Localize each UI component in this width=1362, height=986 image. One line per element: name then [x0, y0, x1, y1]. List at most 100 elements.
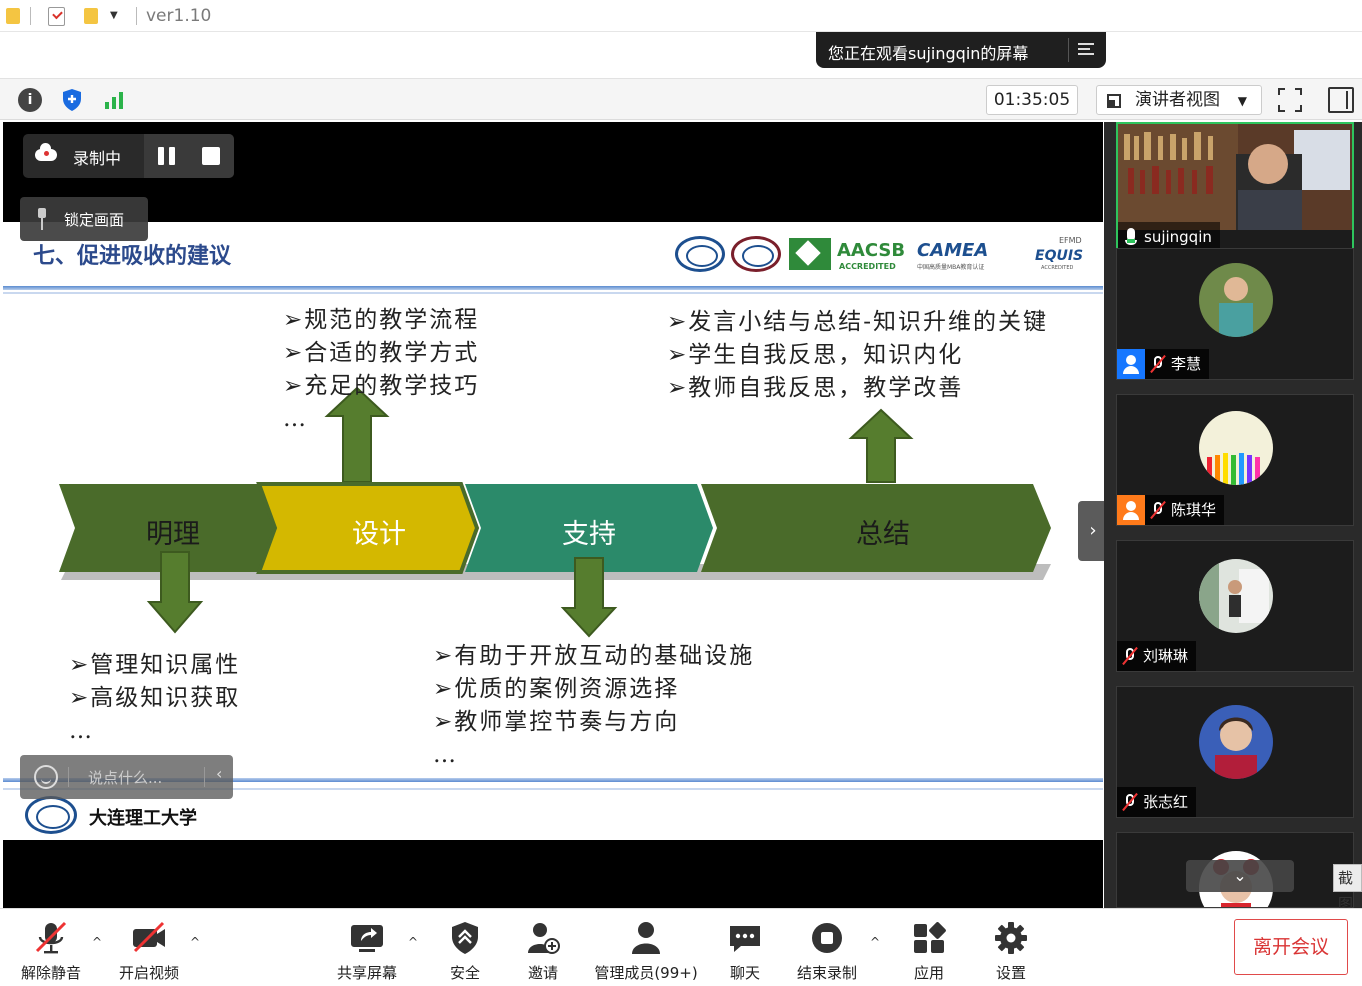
chevron-down-icon[interactable]: ⌄: [1186, 860, 1294, 892]
shield-icon[interactable]: [60, 88, 84, 112]
menu-icon[interactable]: [1078, 43, 1094, 57]
unmute-button[interactable]: 解除静音: [6, 917, 96, 983]
participant-video-panel: sujingqin 李慧 陈琪华 刘琳琳 张志红: [1104, 122, 1362, 908]
avatar: [1199, 559, 1273, 633]
stage-label-mingli: 明理: [146, 519, 200, 550]
participant-tile-zhangzhihong[interactable]: 张志红: [1116, 686, 1354, 818]
emoji-icon[interactable]: [34, 765, 58, 789]
version-label: ver1.10: [146, 6, 212, 26]
fullscreen-icon[interactable]: [1278, 88, 1302, 112]
network-signal-icon[interactable]: [102, 88, 126, 112]
side-panel-toggle-icon[interactable]: [1328, 87, 1354, 113]
viewing-banner: 您正在观看sujingqin的屏幕: [816, 32, 1106, 68]
chevron-left-icon[interactable]: ‹: [216, 764, 222, 783]
design-points: ➢规范的教学流程 ➢合适的教学方式 ➢充足的教学技巧 …: [283, 304, 479, 436]
folder-icon[interactable]: [6, 8, 20, 24]
security-button[interactable]: 安全: [420, 917, 510, 983]
chevron-up-icon[interactable]: ^: [408, 935, 418, 949]
microphone-muted-icon: [1145, 349, 1171, 379]
participant-name: 刘琳琳: [1143, 647, 1189, 665]
security-shield-icon: [452, 922, 478, 954]
dropdown-arrow-icon[interactable]: ▼: [110, 10, 118, 21]
participant-tile-chenqihua[interactable]: 陈琪华: [1116, 394, 1354, 526]
list-item: …: [69, 718, 94, 744]
pin-icon: [36, 208, 48, 230]
participant-tile-lihui[interactable]: 李慧: [1116, 248, 1354, 380]
lock-view-button[interactable]: 锁定画面: [20, 197, 148, 241]
layout-icon: [1107, 94, 1121, 108]
folder-icon[interactable]: [84, 8, 98, 24]
list-item: ➢学生自我反思，知识内化: [667, 342, 964, 368]
members-icon: [632, 922, 660, 954]
meeting-control-bar: 解除静音 ^ 开启视频 ^ 共享屏幕 ^ 安全 邀请 管理成员(99+) 聊天 …: [0, 908, 1362, 986]
stop-record-icon: [812, 923, 842, 953]
gear-icon: [995, 922, 1027, 954]
list-item: ➢规范的教学流程: [283, 307, 480, 333]
screenshot-tab[interactable]: 截图: [1333, 864, 1362, 913]
title-bar: ▼ ver1.10: [0, 0, 1362, 32]
meeting-timer: 01:35:05: [986, 85, 1078, 115]
stage-label-summary: 总结: [856, 519, 910, 550]
divider: [30, 7, 31, 25]
info-icon[interactable]: i: [18, 88, 42, 112]
participant-name: 张志红: [1143, 793, 1189, 811]
manage-members-label: 管理成员(99+): [594, 964, 698, 982]
reason-points: ➢管理知识属性 ➢高级知识获取 …: [69, 649, 240, 748]
chat-placeholder[interactable]: 说点什么...: [88, 767, 162, 788]
chevron-up-icon[interactable]: ^: [92, 935, 102, 949]
list-item: ➢优质的案例资源选择: [433, 676, 680, 702]
avatar: [1199, 263, 1273, 337]
leave-meeting-button[interactable]: 离开会议: [1234, 919, 1348, 975]
participant-tile-liulinlin[interactable]: 刘琳琳: [1116, 540, 1354, 672]
chevron-up-icon[interactable]: ^: [870, 935, 880, 949]
participant-name-tag: 张志红: [1117, 787, 1197, 817]
participant-name-tag: 刘琳琳: [1117, 641, 1197, 671]
list-item: …: [283, 406, 308, 432]
video-feed: [1118, 124, 1352, 230]
presentation-slide: 七、促进吸收的建议 AACSB ACCREDITED CAMEA 中国高质量MB…: [3, 222, 1103, 840]
end-recording-button[interactable]: 结束录制: [782, 917, 872, 983]
security-label: 安全: [449, 964, 480, 982]
settings-button[interactable]: 设置: [966, 917, 1056, 983]
start-video-button[interactable]: 开启视频: [104, 917, 194, 983]
view-mode-label: 演讲者视图: [1135, 90, 1220, 110]
chevron-up-icon[interactable]: ^: [190, 935, 200, 949]
participant-name: 陈琪华: [1171, 501, 1217, 519]
pause-icon[interactable]: [158, 147, 176, 165]
recording-status: 录制中: [73, 149, 122, 168]
checklist-icon[interactable]: [48, 7, 65, 26]
recording-control-bar: 录制中: [23, 134, 234, 178]
add-user-icon: [528, 923, 560, 954]
share-screen-icon: [351, 925, 383, 952]
microphone-muted-icon: [1117, 641, 1143, 671]
start-video-label: 开启视频: [118, 964, 179, 982]
chat-label: 聊天: [729, 964, 760, 982]
list-item: ➢教师自我反思，教学改善: [667, 375, 964, 401]
view-mode-dropdown[interactable]: 演讲者视图 ▼: [1096, 85, 1262, 115]
end-recording-label: 结束录制: [796, 964, 857, 982]
lock-view-label: 锁定画面: [64, 211, 125, 229]
list-item: ➢管理知识属性: [69, 652, 241, 678]
microphone-muted-icon: [1145, 495, 1171, 525]
invite-button[interactable]: 邀请: [498, 917, 588, 983]
apps-button[interactable]: 应用: [884, 917, 974, 983]
chat-quick-input[interactable]: 说点什么... ‹: [20, 755, 233, 799]
chevron-down-icon: ▼: [1237, 94, 1247, 108]
arrow-up-summary: [848, 408, 914, 483]
university-name: 大连理工大学: [89, 808, 197, 829]
share-screen-button[interactable]: 共享屏幕: [322, 917, 412, 983]
microphone-muted-icon: [35, 921, 67, 954]
chat-button[interactable]: 聊天: [700, 917, 790, 983]
list-item: ➢有助于开放互动的基础设施: [433, 643, 755, 669]
meeting-toolbar: i 01:35:05 演讲者视图 ▼: [0, 78, 1362, 120]
participant-name: sujingqin: [1144, 228, 1212, 246]
list-item: ➢合适的教学方式: [283, 340, 480, 366]
participant-tile-sujingqin[interactable]: sujingqin: [1116, 122, 1354, 254]
manage-members-button[interactable]: 管理成员(99+): [590, 917, 702, 983]
summary-points: ➢发言小结与总结-知识升维的关键 ➢学生自我反思，知识内化 ➢教师自我反思，教学…: [667, 306, 1048, 405]
stop-icon[interactable]: [202, 147, 220, 165]
list-item: ➢发言小结与总结-知识升维的关键: [667, 309, 1049, 335]
participant-name-tag: 李慧: [1117, 349, 1210, 379]
participant-name: 李慧: [1171, 355, 1202, 373]
stage-label-support: 支持: [562, 519, 616, 550]
